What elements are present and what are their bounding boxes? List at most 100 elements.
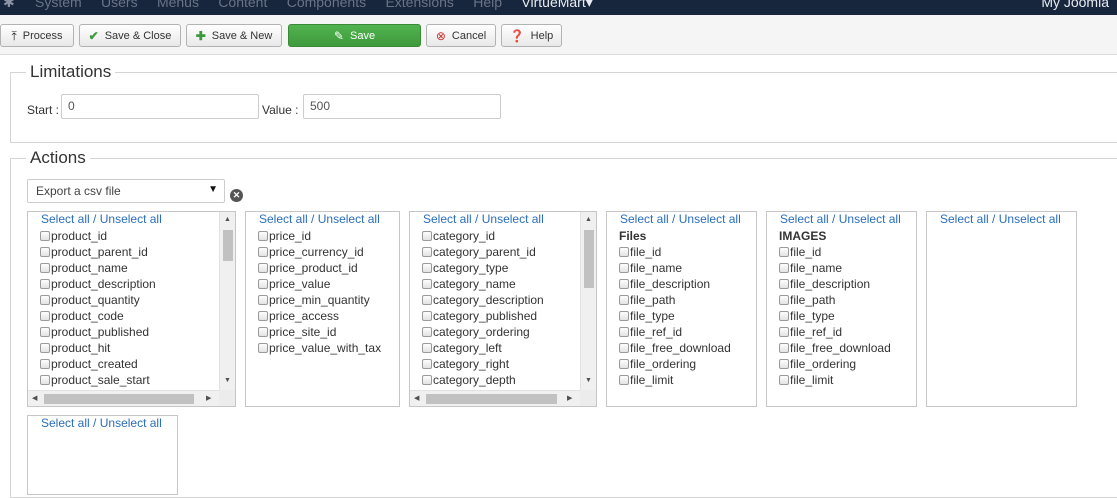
field-checkbox[interactable] (422, 327, 432, 337)
unselect-all-link[interactable]: Unselect all (679, 212, 741, 226)
menu-item-components[interactable]: Components (287, 0, 366, 10)
field-item[interactable]: product_id (40, 228, 156, 244)
field-checkbox[interactable] (422, 295, 432, 305)
process-button[interactable]: ⤒ Process (0, 24, 74, 47)
field-checkbox[interactable] (258, 263, 268, 273)
save-new-button[interactable]: ✚ Save & New (186, 24, 282, 47)
site-link[interactable]: My Joomla (1041, 0, 1109, 10)
field-item[interactable]: category_left (422, 340, 544, 356)
field-item[interactable]: file_path (779, 292, 891, 308)
scroll-left-arrow-icon[interactable]: ◀ (414, 395, 419, 402)
start-input[interactable]: 0 (61, 94, 259, 119)
clear-selection-icon[interactable]: ✕ (230, 189, 243, 202)
field-item[interactable]: file_id (619, 244, 731, 260)
field-checkbox[interactable] (779, 295, 789, 305)
horizontal-scroll-thumb[interactable] (426, 394, 557, 404)
unselect-all-link[interactable]: Unselect all (482, 212, 544, 226)
field-checkbox[interactable] (779, 343, 789, 353)
menu-item-content[interactable]: Content (218, 0, 267, 10)
field-item[interactable]: file_name (779, 260, 891, 276)
field-item[interactable]: product_name (40, 260, 156, 276)
menu-item-menus[interactable]: Menus (157, 0, 199, 10)
field-checkbox[interactable] (779, 263, 789, 273)
field-item[interactable]: product_published (40, 324, 156, 340)
field-item[interactable]: file_path (619, 292, 731, 308)
field-checkbox[interactable] (40, 375, 50, 385)
field-checkbox[interactable] (258, 231, 268, 241)
field-item[interactable]: product_created (40, 356, 156, 372)
field-checkbox[interactable] (619, 311, 629, 321)
field-item[interactable]: price_value_with_tax (258, 340, 381, 356)
select-all-link[interactable]: Select all (940, 212, 989, 226)
value-input[interactable]: 500 (303, 94, 501, 119)
save-close-button[interactable]: ✔ Save & Close (79, 24, 181, 47)
field-checkbox[interactable] (779, 279, 789, 289)
field-checkbox[interactable] (619, 327, 629, 337)
field-checkbox[interactable] (422, 247, 432, 257)
field-checkbox[interactable] (258, 247, 268, 257)
field-checkbox[interactable] (422, 375, 432, 385)
menu-item-help[interactable]: Help (473, 0, 502, 10)
horizontal-scrollbar[interactable]: ◀ ▶ (28, 390, 219, 406)
scroll-up-arrow-icon[interactable]: ▲ (585, 216, 592, 223)
field-checkbox[interactable] (40, 231, 50, 241)
vertical-scroll-thumb[interactable] (223, 230, 233, 261)
field-item[interactable]: category_parent_id (422, 244, 544, 260)
field-item[interactable]: product_hit (40, 340, 156, 356)
field-checkbox[interactable] (619, 359, 629, 369)
vertical-scrollbar[interactable]: ▲ ▼ (580, 212, 596, 390)
unselect-all-link[interactable]: Unselect all (999, 212, 1061, 226)
field-checkbox[interactable] (422, 311, 432, 321)
field-item[interactable]: file_limit (619, 372, 731, 388)
field-item[interactable]: product_description (40, 276, 156, 292)
field-item[interactable]: file_type (779, 308, 891, 324)
field-item[interactable]: file_description (779, 276, 891, 292)
field-checkbox[interactable] (422, 359, 432, 369)
field-checkbox[interactable] (258, 327, 268, 337)
unselect-all-link[interactable]: Unselect all (100, 212, 162, 226)
field-checkbox[interactable] (619, 247, 629, 257)
field-item[interactable]: file_ref_id (619, 324, 731, 340)
menu-item-users[interactable]: Users (101, 0, 138, 10)
help-button[interactable]: ❓ Help (501, 24, 562, 47)
field-item[interactable]: price_site_id (258, 324, 381, 340)
unselect-all-link[interactable]: Unselect all (839, 212, 901, 226)
select-all-link[interactable]: Select all (780, 212, 829, 226)
field-checkbox[interactable] (779, 327, 789, 337)
field-checkbox[interactable] (258, 343, 268, 353)
field-checkbox[interactable] (422, 343, 432, 353)
joomla-logo-icon[interactable]: ✱ (3, 0, 15, 11)
field-item[interactable]: file_ordering (619, 356, 731, 372)
field-item[interactable]: file_name (619, 260, 731, 276)
field-checkbox[interactable] (40, 311, 50, 321)
field-checkbox[interactable] (619, 263, 629, 273)
field-checkbox[interactable] (40, 295, 50, 305)
field-item[interactable]: file_ordering (779, 356, 891, 372)
field-checkbox[interactable] (779, 375, 789, 385)
field-item[interactable]: price_product_id (258, 260, 381, 276)
field-checkbox[interactable] (40, 263, 50, 273)
field-checkbox[interactable] (779, 247, 789, 257)
menu-item-virtuemart[interactable]: VirtueMart▾ (521, 0, 592, 11)
scroll-right-arrow-icon[interactable]: ▶ (206, 395, 211, 402)
field-checkbox[interactable] (40, 247, 50, 257)
scroll-left-arrow-icon[interactable]: ◀ (32, 395, 37, 402)
vertical-scroll-thumb[interactable] (584, 230, 594, 288)
horizontal-scrollbar[interactable]: ◀ ▶ (410, 390, 580, 406)
field-checkbox[interactable] (258, 311, 268, 321)
field-item[interactable]: category_name (422, 276, 544, 292)
field-item[interactable]: file_type (619, 308, 731, 324)
field-item[interactable]: category_published (422, 308, 544, 324)
scroll-right-arrow-icon[interactable]: ▶ (567, 395, 572, 402)
field-item[interactable]: product_parent_id (40, 244, 156, 260)
field-item[interactable]: category_id (422, 228, 544, 244)
field-item[interactable]: file_limit (779, 372, 891, 388)
field-item[interactable]: product_sale_start (40, 372, 156, 388)
field-item[interactable]: price_id (258, 228, 381, 244)
menu-item-extensions[interactable]: Extensions (385, 0, 453, 10)
field-item[interactable]: product_quantity (40, 292, 156, 308)
vertical-scrollbar[interactable]: ▲ ▼ (219, 212, 235, 390)
field-item[interactable]: price_access (258, 308, 381, 324)
field-checkbox[interactable] (779, 311, 789, 321)
field-item[interactable]: product_code (40, 308, 156, 324)
